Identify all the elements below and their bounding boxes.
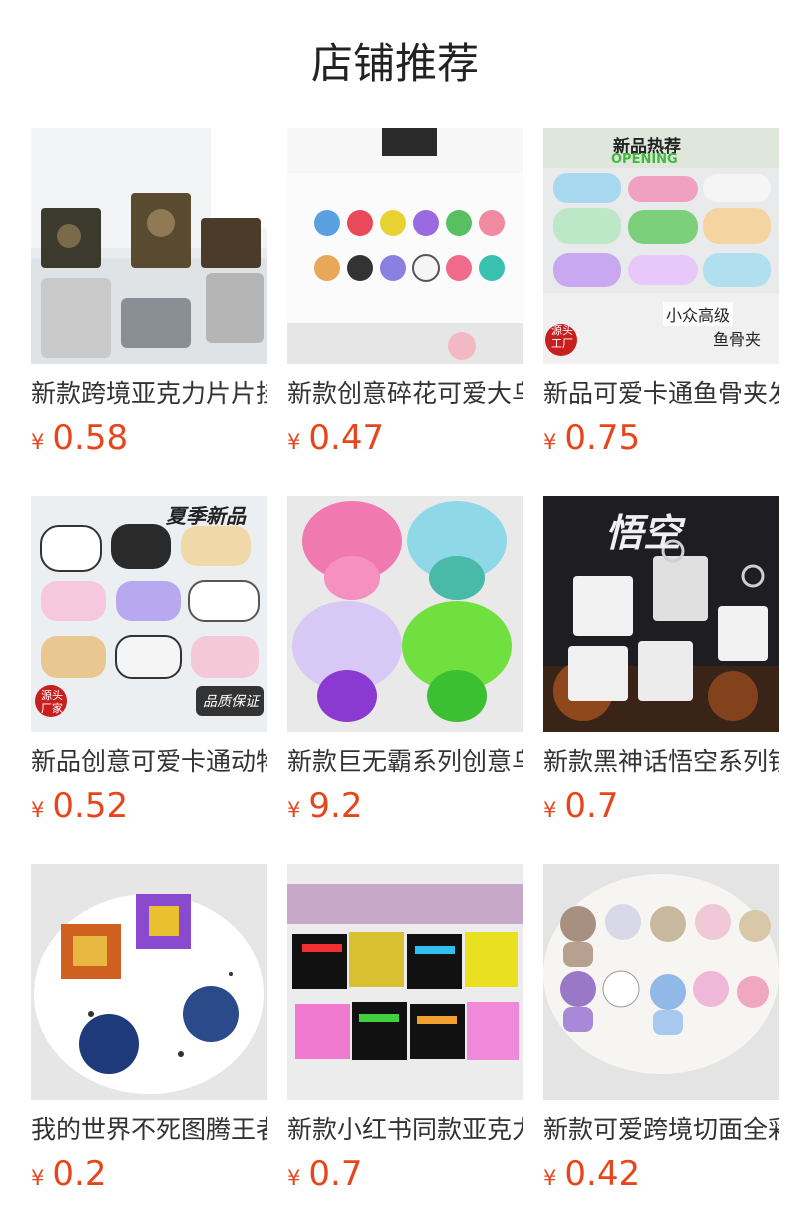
image-caption: 小众高级 [663, 302, 734, 326]
product-image[interactable] [31, 864, 267, 1100]
product-card[interactable]: 夏季新品 源头 厂家 品质保证 新品创意可爱卡通动物 ¥0.52 [31, 496, 267, 826]
product-name[interactable]: 新款创意碎花可爱大乌龟 [287, 378, 523, 410]
product-name[interactable]: 新款可爱跨境切面全彩 [543, 1114, 779, 1146]
currency-symbol: ¥ [287, 1166, 301, 1190]
price-value: 0.47 [308, 418, 385, 458]
product-image[interactable]: 夏季新品 源头 厂家 品质保证 [31, 496, 267, 732]
image-caption: 悟空 [605, 511, 682, 555]
product-price: ¥0.2 [31, 1154, 267, 1194]
price-value: 0.42 [564, 1154, 641, 1194]
product-name[interactable]: 新款巨无霸系列创意乌龟 [287, 746, 523, 778]
product-image[interactable] [287, 496, 523, 732]
currency-symbol: ¥ [543, 798, 557, 822]
currency-symbol: ¥ [543, 1166, 557, 1190]
image-caption: 夏季新品 [166, 504, 246, 528]
badge-line: 源头 [551, 324, 573, 337]
product-price: ¥0.47 [287, 418, 523, 458]
price-value: 0.52 [52, 786, 129, 826]
product-image[interactable] [287, 864, 523, 1100]
price-value: 9.2 [308, 786, 363, 826]
image-caption: OPENING [611, 152, 678, 167]
product-price: ¥9.2 [287, 786, 523, 826]
product-card[interactable]: 新款巨无霸系列创意乌龟 ¥9.2 [287, 496, 523, 826]
factory-badge: 源头 工厂 [549, 324, 575, 350]
product-card[interactable]: 新品热荐 OPENING 小众高级 鱼骨夹 源头 工厂 新品可爱卡通鱼骨夹发 ¥0… [543, 128, 779, 458]
store-recommendations-page: 店铺推荐 新款跨境亚克力片片挂 [0, 0, 790, 1232]
image-caption: 鱼骨夹 [713, 330, 762, 349]
badge-line: 工厂 [551, 337, 573, 350]
product-image[interactable] [287, 128, 523, 364]
product-price: ¥0.75 [543, 418, 779, 458]
price-value: 0.2 [52, 1154, 107, 1194]
price-value: 0.7 [564, 786, 619, 826]
product-price: ¥0.52 [31, 786, 267, 826]
factory-badge: 源头 厂家 [39, 689, 65, 715]
badge-line: 厂家 [41, 702, 63, 715]
product-card[interactable]: 新款小红书同款亚克力 ¥0.7 [287, 864, 523, 1194]
currency-symbol: ¥ [543, 430, 557, 454]
product-card[interactable]: 新款跨境亚克力片片挂件 ¥0.58 [31, 128, 267, 458]
badge-line: 源头 [41, 689, 63, 702]
currency-symbol: ¥ [31, 1166, 45, 1190]
product-price: ¥0.58 [31, 418, 267, 458]
product-price: ¥0.42 [543, 1154, 779, 1194]
currency-symbol: ¥ [287, 430, 301, 454]
product-image[interactable] [31, 128, 267, 364]
product-name[interactable]: 我的世界不死图腾王者 [31, 1114, 267, 1146]
currency-symbol: ¥ [31, 798, 45, 822]
product-name[interactable]: 新款跨境亚克力片片挂件 [31, 378, 267, 410]
product-card[interactable]: 新款创意碎花可爱大乌龟 ¥0.47 [287, 128, 523, 458]
page-title: 店铺推荐 [310, 39, 479, 88]
product-name[interactable]: 新品可爱卡通鱼骨夹发 [543, 378, 779, 410]
product-card[interactable]: 我的世界不死图腾王者 ¥0.2 [31, 864, 267, 1194]
price-value: 0.7 [308, 1154, 363, 1194]
product-price: ¥0.7 [543, 786, 779, 826]
price-value: 0.75 [564, 418, 641, 458]
currency-symbol: ¥ [287, 798, 301, 822]
image-caption: 品质保证 [203, 694, 259, 710]
product-image[interactable]: 悟空 [543, 496, 779, 732]
product-price: ¥0.7 [287, 1154, 523, 1194]
price-value: 0.58 [52, 418, 129, 458]
product-card[interactable]: 悟空 新款黑神话悟空系列钥匙 ¥0.7 [543, 496, 779, 826]
product-image[interactable]: 新品热荐 OPENING 小众高级 鱼骨夹 源头 工厂 [543, 128, 779, 364]
currency-symbol: ¥ [31, 430, 45, 454]
product-card[interactable]: 新款可爱跨境切面全彩 ¥0.42 [543, 864, 779, 1194]
product-name[interactable]: 新品创意可爱卡通动物 [31, 746, 267, 778]
product-image[interactable] [543, 864, 779, 1100]
product-name[interactable]: 新款黑神话悟空系列钥匙 [543, 746, 779, 778]
product-name[interactable]: 新款小红书同款亚克力 [287, 1114, 523, 1146]
